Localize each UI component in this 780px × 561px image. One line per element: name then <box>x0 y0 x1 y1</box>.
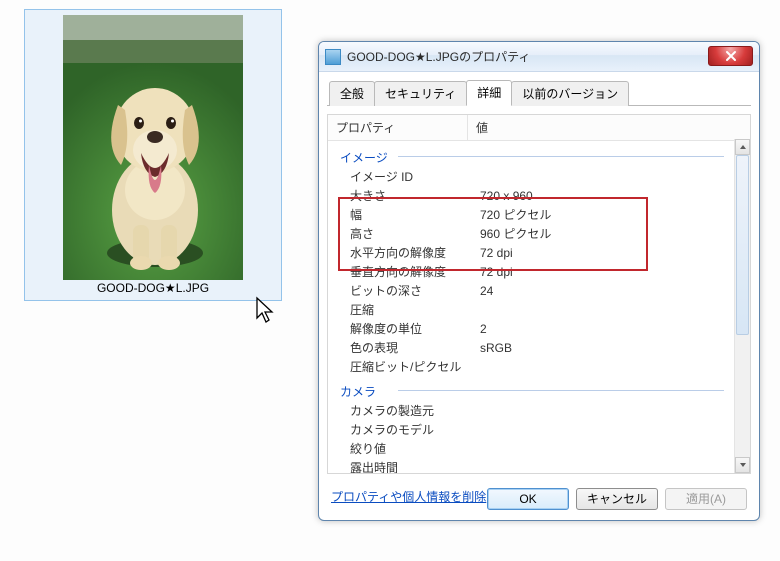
prop-label: 圧縮ビット/ピクセル <box>350 359 480 376</box>
prop-value <box>480 169 734 186</box>
dialog-footer: OK キャンセル 適用(A) <box>487 488 747 510</box>
prop-value: 960 ピクセル <box>480 226 734 243</box>
vertical-scrollbar[interactable] <box>734 139 750 473</box>
prop-row-hres[interactable]: 水平方向の解像度 72 dpi <box>328 244 734 263</box>
prop-label: 高さ <box>350 226 480 243</box>
prop-value: 72 dpi <box>480 264 734 281</box>
chevron-up-icon <box>739 143 747 151</box>
prop-label: 水平方向の解像度 <box>350 245 480 262</box>
prop-value <box>480 460 734 473</box>
prop-row-resunit[interactable]: 解像度の単位 2 <box>328 320 734 339</box>
prop-value: sRGB <box>480 340 734 357</box>
prop-row-cam-model[interactable]: カメラのモデル <box>328 421 734 440</box>
prop-label: 色の表現 <box>350 340 480 357</box>
column-header-value[interactable]: 値 <box>468 115 750 140</box>
prop-row-width[interactable]: 幅 720 ピクセル <box>328 206 734 225</box>
column-headers: プロパティ 値 <box>328 115 750 141</box>
ok-button[interactable]: OK <box>487 488 569 510</box>
chevron-down-icon <box>739 461 747 469</box>
column-header-property[interactable]: プロパティ <box>328 115 468 140</box>
prop-value: 720 x 960 <box>480 188 734 205</box>
prop-row-compbits[interactable]: 圧縮ビット/ピクセル <box>328 358 734 377</box>
prop-label: 絞り値 <box>350 441 480 458</box>
prop-label: ビットの深さ <box>350 283 480 300</box>
prop-label: 大きさ <box>350 188 480 205</box>
scrollbar-thumb[interactable] <box>736 155 749 335</box>
prop-label: イメージ ID <box>350 169 480 186</box>
prop-value <box>480 441 734 458</box>
prop-value: 720 ピクセル <box>480 207 734 224</box>
prop-label: 露出時間 <box>350 460 480 473</box>
section-image: イメージ <box>328 143 734 168</box>
prop-row-size[interactable]: 大きさ 720 x 960 <box>328 187 734 206</box>
tab-details[interactable]: 詳細 <box>466 80 512 106</box>
prop-row-cam-maker[interactable]: カメラの製造元 <box>328 402 734 421</box>
close-icon <box>725 50 737 62</box>
prop-label: 解像度の単位 <box>350 321 480 338</box>
thumbnail-card[interactable]: GOOD-DOG★L.JPG <box>24 9 282 301</box>
tab-bar: 全般 セキュリティ 詳細 以前のバージョン <box>327 79 751 106</box>
titlebar[interactable]: GOOD-DOG★L.JPGのプロパティ <box>319 42 759 72</box>
tab-general[interactable]: 全般 <box>329 81 375 106</box>
section-camera: カメラ <box>328 377 734 402</box>
prop-value: 72 dpi <box>480 245 734 262</box>
prop-value <box>480 422 734 439</box>
prop-label: 幅 <box>350 207 480 224</box>
prop-row-fnumber[interactable]: 絞り値 <box>328 440 734 459</box>
prop-label: 垂直方向の解像度 <box>350 264 480 281</box>
thumbnail-filename: GOOD-DOG★L.JPG <box>25 281 281 295</box>
close-button[interactable] <box>708 46 753 66</box>
mouse-cursor-icon <box>255 296 277 327</box>
prop-value <box>480 403 734 420</box>
prop-value: 24 <box>480 283 734 300</box>
prop-label: カメラの製造元 <box>350 403 480 420</box>
prop-row-colorrep[interactable]: 色の表現 sRGB <box>328 339 734 358</box>
properties-dialog: GOOD-DOG★L.JPGのプロパティ 全般 セキュリティ 詳細 以前のバージ… <box>318 41 760 521</box>
remove-properties-link[interactable]: プロパティや個人情報を削除 <box>331 488 486 505</box>
properties-list: イメージ イメージ ID 大きさ 720 x 960 幅 720 ピクセル 高さ… <box>328 139 734 473</box>
thumbnail-image <box>63 15 243 280</box>
prop-row-height[interactable]: 高さ 960 ピクセル <box>328 225 734 244</box>
cancel-button[interactable]: キャンセル <box>576 488 658 510</box>
scroll-down-button[interactable] <box>735 457 750 473</box>
tab-previous-versions[interactable]: 以前のバージョン <box>511 81 629 106</box>
prop-row-compression[interactable]: 圧縮 <box>328 301 734 320</box>
scroll-up-button[interactable] <box>735 139 750 155</box>
prop-row-image-id[interactable]: イメージ ID <box>328 168 734 187</box>
prop-label: 圧縮 <box>350 302 480 319</box>
prop-row-bitdepth[interactable]: ビットの深さ 24 <box>328 282 734 301</box>
window-title: GOOD-DOG★L.JPGのプロパティ <box>347 48 530 65</box>
prop-label: カメラのモデル <box>350 422 480 439</box>
prop-row-exposure[interactable]: 露出時間 <box>328 459 734 473</box>
apply-button[interactable]: 適用(A) <box>665 488 747 510</box>
prop-value <box>480 359 734 376</box>
properties-panel: プロパティ 値 イメージ イメージ ID 大きさ 720 x 960 幅 720… <box>327 114 751 474</box>
tab-security[interactable]: セキュリティ <box>374 81 467 106</box>
prop-value <box>480 302 734 319</box>
prop-value: 2 <box>480 321 734 338</box>
window-icon <box>325 49 341 65</box>
prop-row-vres[interactable]: 垂直方向の解像度 72 dpi <box>328 263 734 282</box>
